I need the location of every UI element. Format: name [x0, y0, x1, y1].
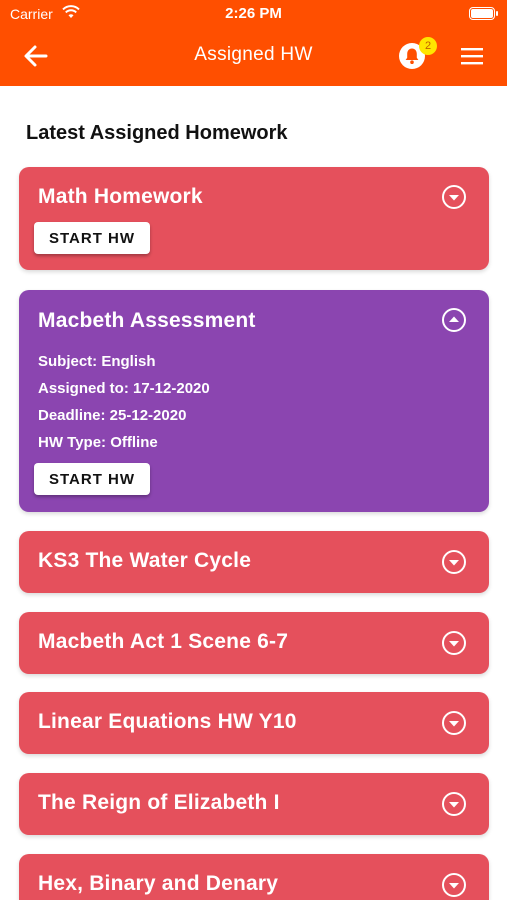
- homework-title: Linear Equations HW Y10: [38, 710, 297, 733]
- battery-icon: [469, 7, 498, 20]
- homework-card[interactable]: KS3 The Water Cycle: [19, 531, 489, 593]
- start-hw-button[interactable]: START HW: [34, 463, 150, 495]
- homework-card[interactable]: Linear Equations HW Y10: [19, 692, 489, 754]
- notification-badge: 2: [419, 37, 437, 55]
- homework-title: The Reign of Elizabeth I: [38, 791, 280, 814]
- homework-title: Math Homework: [38, 185, 203, 208]
- homework-card[interactable]: Macbeth Act 1 Scene 6-7: [19, 612, 489, 674]
- homework-title: Macbeth Act 1 Scene 6-7: [38, 630, 289, 653]
- homework-subject: Subject: English: [38, 353, 156, 370]
- homework-title: KS3 The Water Cycle: [38, 549, 252, 572]
- chevron-down-icon[interactable]: [441, 872, 467, 898]
- clock: 2:26 PM: [225, 5, 282, 22]
- homework-deadline: Deadline: 25-12-2020: [38, 407, 187, 424]
- homework-title: Macbeth Assessment: [38, 309, 256, 332]
- chevron-down-icon[interactable]: [441, 630, 467, 656]
- status-bar: Carrier 2:26 PM: [0, 0, 507, 28]
- chevron-down-icon[interactable]: [441, 184, 467, 210]
- section-title: Latest Assigned Homework: [26, 122, 288, 144]
- hamburger-menu-icon[interactable]: [460, 45, 484, 67]
- chevron-down-icon[interactable]: [441, 549, 467, 575]
- homework-card[interactable]: Math Homework START HW: [19, 167, 489, 270]
- chevron-up-icon[interactable]: [441, 307, 467, 333]
- chevron-down-icon[interactable]: [441, 710, 467, 736]
- start-hw-button[interactable]: START HW: [34, 222, 150, 254]
- homework-assigned-date: Assigned to: 17-12-2020: [38, 380, 210, 397]
- homework-card[interactable]: Hex, Binary and Denary: [19, 854, 489, 900]
- homework-title: Hex, Binary and Denary: [38, 872, 279, 895]
- nav-bar: Assigned HW 2: [0, 28, 507, 86]
- homework-type: HW Type: Offline: [38, 434, 158, 451]
- chevron-down-icon[interactable]: [441, 791, 467, 817]
- homework-card-expanded[interactable]: Macbeth Assessment Subject: English Assi…: [19, 290, 489, 512]
- homework-card[interactable]: The Reign of Elizabeth I: [19, 773, 489, 835]
